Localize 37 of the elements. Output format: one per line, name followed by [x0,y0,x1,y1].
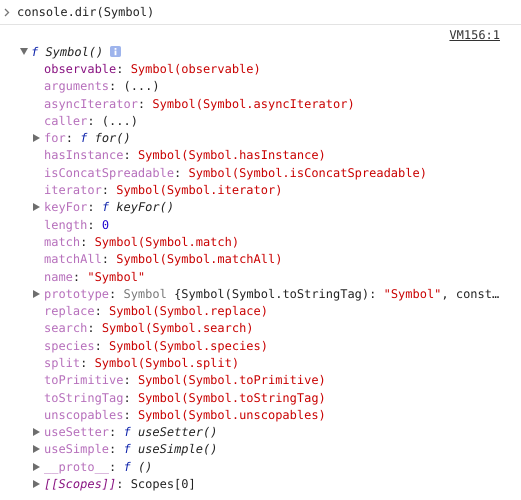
expand-arrow-icon[interactable] [33,134,40,142]
property-entry: for: f for() [44,131,131,146]
property-entry: iterator: Symbol(Symbol.iterator) [44,183,282,198]
expand-arrow-icon[interactable] [20,48,28,56]
property-entry: caller: (...) [44,114,138,128]
property-entry: observable: Symbol(observable) [44,62,261,76]
property-entry: matchAll: Symbol(Symbol.matchAll) [44,252,282,266]
expand-arrow-icon[interactable] [33,480,40,488]
expand-arrow-icon[interactable] [33,290,40,298]
property-entry: species: Symbol(Symbol.species) [44,338,268,353]
property-entry: split: Symbol(Symbol.split) [44,356,240,370]
property-entry: search: Symbol(Symbol.search) [44,321,254,336]
source-link[interactable]: VM156:1 [449,28,500,42]
property-entry: hasInstance: Symbol(Symbol.hasInstance) [44,148,326,162]
expand-arrow-icon[interactable] [33,462,40,471]
property-entry: name: "Symbol" [44,270,146,284]
prompt-chevron-icon [4,8,10,16]
property-entry: __proto__: f () [44,460,152,474]
expand-arrow-icon[interactable] [33,445,40,454]
property-entry: arguments: (...) [44,79,160,94]
property-entry: keyFor: f keyFor() [44,200,174,214]
property-entry: replace: Symbol(Symbol.replace) [44,304,268,318]
property-entry: useSetter: f useSetter() [44,425,218,440]
expand-arrow-icon[interactable] [33,428,40,436]
expand-arrow-icon[interactable] [33,203,40,212]
property-entry: isConcatSpreadable: Symbol(Symbol.isConcatSpreadable) [44,166,427,180]
property-entry: [[Scopes]]: Scopes[0] [44,477,196,492]
property-entry: length: 0 [44,218,110,232]
property-entry: asyncIterator: Symbol(Symbol.asyncIterator) [44,96,355,111]
function-summary: f Symbol() [31,44,104,59]
console-command: console.dir(Symbol) [17,5,154,19]
property-entry: toPrimitive: Symbol(Symbol.toPrimitive) [44,373,326,388]
property-entry: toStringTag: Symbol(Symbol.toStringTag) [44,390,326,405]
property-entry: prototype: Symbol {Symbol(Symbol.toStringTag): "Symbol", const… [44,286,500,301]
property-entry: unscopables: Symbol(Symbol.unscopables) [44,408,326,422]
property-entry: match: Symbol(Symbol.match) [44,234,240,249]
property-entry: useSimple: f useSimple() [44,442,218,456]
